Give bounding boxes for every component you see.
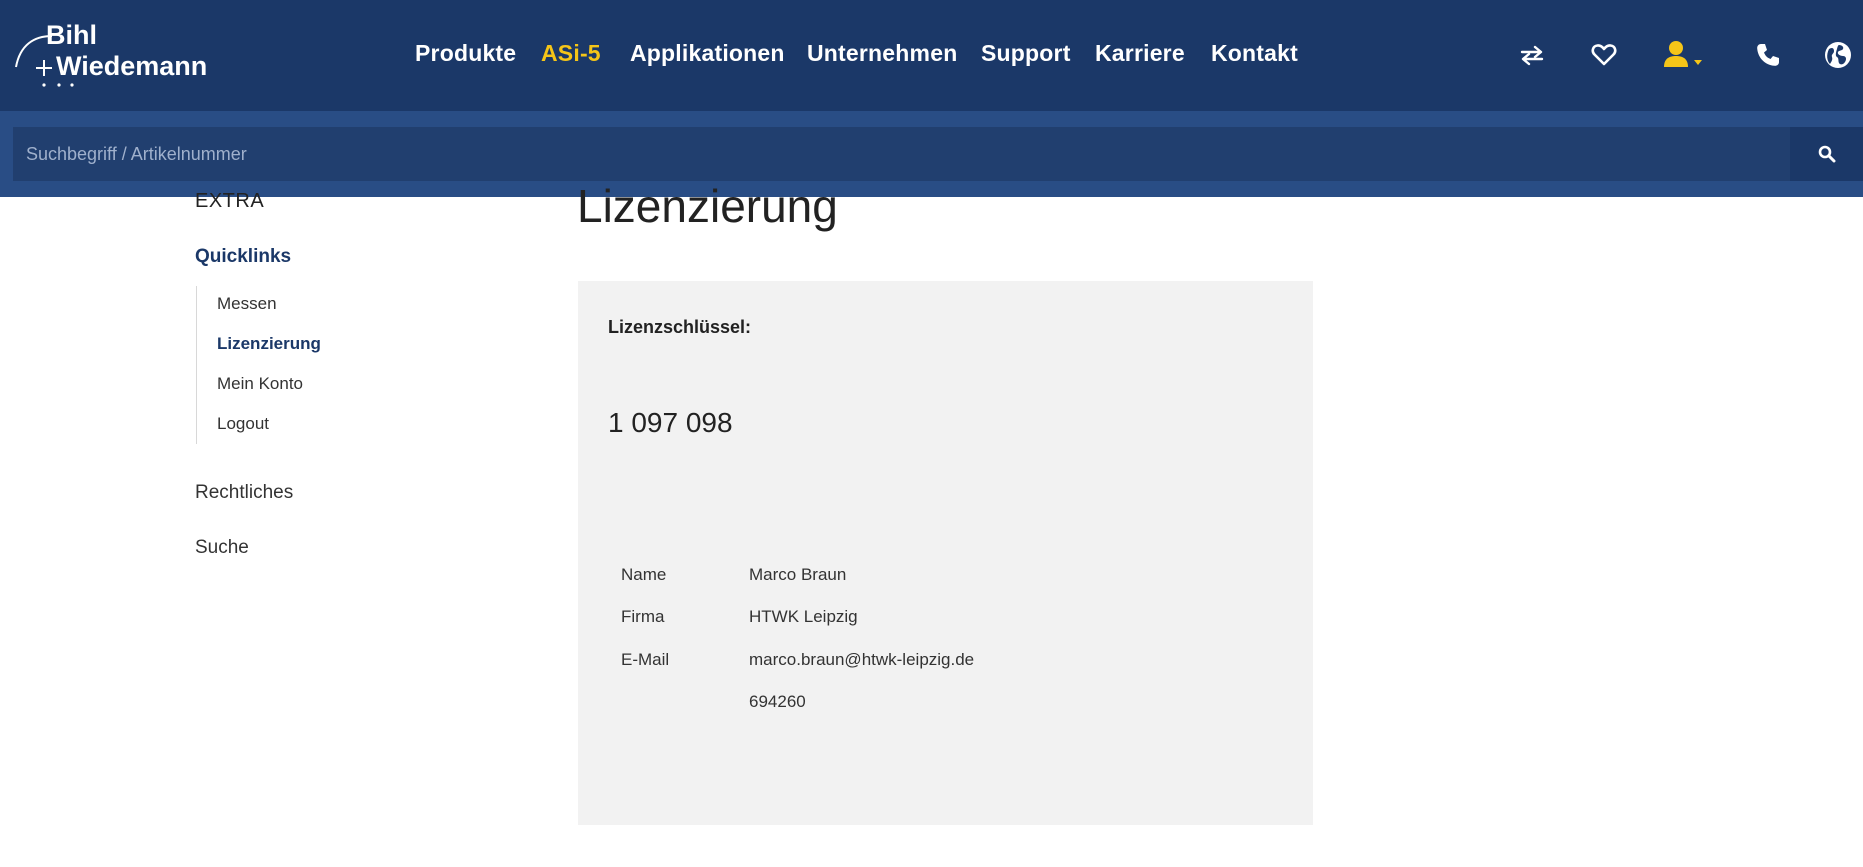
info-value: Marco Braun: [749, 565, 847, 584]
info-label: Firma: [621, 607, 665, 626]
info-value: marco.braun@htwk-leipzig.de: [749, 650, 975, 669]
license-key-value: 1 097 098: [608, 407, 733, 438]
chevron-down-icon: [1694, 60, 1702, 65]
search-input[interactable]: [13, 127, 1790, 181]
nav-asi5[interactable]: ASi-5: [541, 40, 601, 67]
logo-graphic: Bihl Wiedemann: [15, 20, 207, 87]
nav-unternehmen[interactable]: Unternehmen: [807, 40, 957, 67]
license-card: Lizenzschlüssel: 1 097 098 Name Marco Br…: [578, 281, 1313, 825]
user-icon: [1664, 41, 1702, 67]
heart-icon[interactable]: [1589, 40, 1619, 70]
sidebar-item-lizenzierung[interactable]: Lizenzierung: [217, 334, 321, 354]
top-header: Bihl Wiedemann Produkte ASi-5 Applikatio…: [0, 0, 1863, 111]
info-label: Name: [621, 565, 667, 584]
user-menu[interactable]: [1662, 40, 1712, 70]
sidebar-item-logout[interactable]: Logout: [217, 414, 269, 434]
info-value: HTWK Leipzig: [749, 607, 858, 626]
nav-produkte[interactable]: Produkte: [415, 40, 516, 67]
sidebar-item-suche[interactable]: Suche: [195, 537, 249, 559]
info-label: E-Mail: [621, 650, 670, 669]
page-title: Lizenzierung: [577, 180, 838, 232]
nav-applikationen[interactable]: Applikationen: [630, 40, 785, 67]
search-button[interactable]: [1790, 127, 1863, 181]
sidebar-submenu: Messen Lizenzierung Mein Konto Logout: [196, 286, 321, 444]
nav-karriere[interactable]: Karriere: [1095, 40, 1185, 67]
sidebar-item-mein-konto[interactable]: Mein Konto: [217, 374, 303, 394]
license-key-label: Lizenzschlüssel:: [608, 317, 752, 337]
sidebar-heading-extra: EXTRA: [195, 190, 265, 212]
nav-kontakt[interactable]: Kontakt: [1211, 40, 1298, 67]
info-value: 694260: [749, 692, 806, 711]
logo[interactable]: Bihl Wiedemann: [14, 20, 224, 90]
search-bar: [0, 111, 1863, 197]
phone-icon[interactable]: [1753, 40, 1783, 70]
logo-line2: Wiedemann: [56, 51, 207, 81]
globe-icon[interactable]: [1823, 40, 1853, 70]
sidebar-item-quicklinks[interactable]: Quicklinks: [195, 246, 291, 268]
logo-line1: Bihl: [46, 20, 97, 50]
compare-arrows-icon[interactable]: [1517, 40, 1547, 70]
sidebar-item-messen[interactable]: Messen: [217, 294, 277, 314]
sidebar-item-rechtliches[interactable]: Rechtliches: [195, 482, 293, 504]
nav-support[interactable]: Support: [981, 40, 1071, 67]
search-icon: [1818, 145, 1835, 163]
